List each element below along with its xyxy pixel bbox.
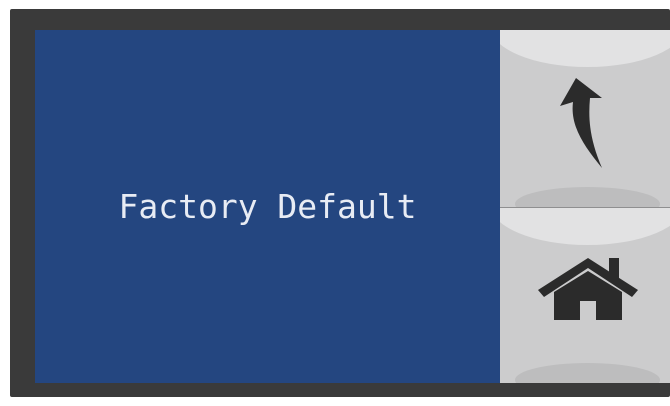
home-icon	[538, 258, 638, 320]
main-panel: Factory Default	[35, 30, 500, 383]
back-icon	[560, 78, 602, 168]
back-button[interactable]	[500, 30, 670, 207]
side-button-panel	[500, 30, 670, 383]
button-gloss-bottom	[515, 187, 660, 207]
button-gloss-top	[500, 30, 670, 67]
button-gloss-bottom	[515, 363, 660, 383]
home-button[interactable]	[500, 208, 670, 383]
button-gloss-top	[500, 208, 670, 245]
touch-screen: Factory Default	[35, 30, 670, 383]
device-bezel: Factory Default	[10, 9, 670, 397]
screen-title: Factory Default	[118, 187, 417, 226]
